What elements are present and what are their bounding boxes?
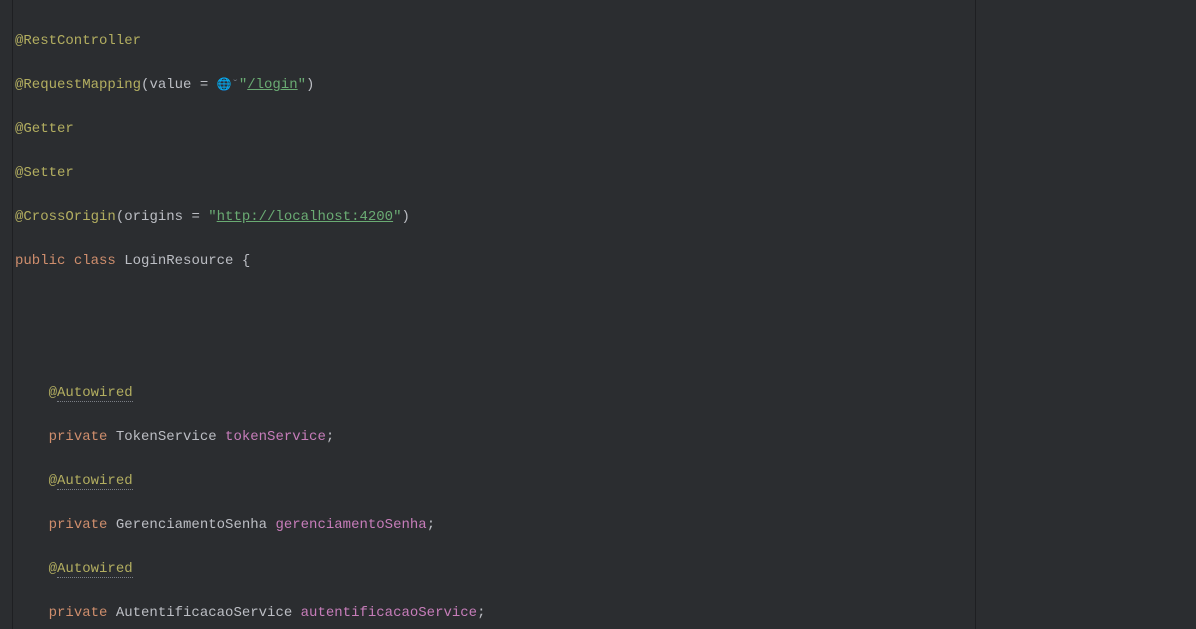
keyword-class: class — [74, 253, 116, 269]
keyword-private: private — [49, 605, 108, 621]
gutter — [0, 0, 13, 629]
code-area[interactable]: @RestController @RequestMapping(value = … — [13, 0, 975, 629]
string-quote: " — [393, 209, 401, 225]
semicolon: ; — [427, 517, 435, 533]
keyword-public: public — [15, 253, 65, 269]
url-localhost[interactable]: http://localhost:4200 — [217, 209, 393, 225]
param-label: value = — [149, 77, 216, 93]
annotation-at: @ — [49, 561, 57, 577]
string-quote: " — [208, 209, 216, 225]
string-quote: " — [298, 77, 306, 93]
globe-icon[interactable]: 🌐ˇ — [217, 78, 239, 92]
class-name: LoginResource { — [116, 253, 250, 269]
paren: ( — [116, 209, 124, 225]
annotation-requestmapping: @RequestMapping — [15, 77, 141, 93]
type-gerenciamentosenha: GerenciamentoSenha — [107, 517, 275, 533]
keyword-private: private — [49, 517, 108, 533]
type-tokenservice: TokenService — [107, 429, 225, 445]
annotation-getter: @Getter — [15, 121, 74, 137]
annotation-autowired: Autowired — [57, 473, 133, 490]
url-login[interactable]: /login — [247, 77, 297, 93]
annotation-autowired: Autowired — [57, 385, 133, 402]
field-tokenservice: tokenService — [225, 429, 326, 445]
annotation-restcontroller: @RestController — [15, 33, 141, 49]
param-label: origins = — [124, 209, 208, 225]
keyword-private: private — [49, 429, 108, 445]
field-gerenciamentosenha: gerenciamentoSenha — [275, 517, 426, 533]
paren: ) — [402, 209, 410, 225]
field-autentificacaoservice: autentificacaoService — [301, 605, 477, 621]
semicolon: ; — [326, 429, 334, 445]
annotation-setter: @Setter — [15, 165, 74, 181]
paren: ) — [306, 77, 314, 93]
semicolon: ; — [477, 605, 485, 621]
annotation-at: @ — [49, 473, 57, 489]
editor-container: @RestController @RequestMapping(value = … — [0, 0, 1196, 629]
annotation-autowired: Autowired — [57, 561, 133, 578]
right-rail — [975, 0, 1196, 629]
annotation-at: @ — [49, 385, 57, 401]
string-quote: " — [239, 77, 247, 93]
type-autentificacaoservice: AutentificacaoService — [107, 605, 300, 621]
annotation-crossorigin: @CrossOrigin — [15, 209, 116, 225]
